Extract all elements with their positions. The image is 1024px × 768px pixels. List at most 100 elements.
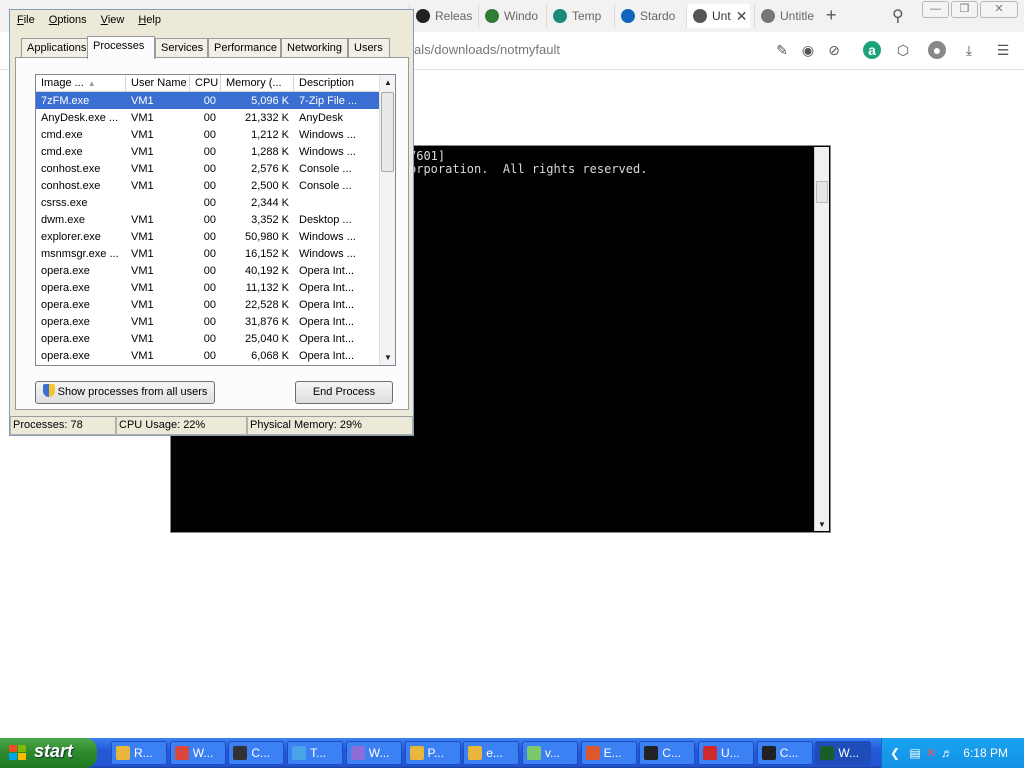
- taskbar-item[interactable]: e...: [463, 741, 520, 765]
- process-image: cmd.exe: [41, 128, 83, 141]
- column-description[interactable]: Description: [294, 75, 381, 92]
- start-button[interactable]: start: [0, 738, 97, 768]
- app-icon: [292, 746, 307, 760]
- taskbar-item-label: E...: [603, 746, 622, 760]
- browser-tab[interactable]: Unt ✕: [686, 4, 750, 28]
- browser-tab[interactable]: Releas: [409, 4, 475, 28]
- process-row[interactable]: cmd.exe VM1 00 1,288 K Windows ...: [36, 143, 381, 160]
- new-tab-icon[interactable]: +: [826, 5, 837, 26]
- taskbar-item[interactable]: E...: [580, 741, 637, 765]
- profile-icon[interactable]: ●: [928, 41, 946, 59]
- tab-applications[interactable]: Applications: [21, 38, 88, 58]
- browser-tab[interactable]: Untitle: [754, 4, 814, 28]
- download-icon[interactable]: ⤓: [960, 41, 978, 59]
- taskbar-item[interactable]: P...: [404, 741, 461, 765]
- process-row[interactable]: conhost.exe VM1 00 2,576 K Console ...: [36, 160, 381, 177]
- tab-users[interactable]: Users: [348, 38, 390, 58]
- close-icon[interactable]: ✕: [980, 1, 1018, 18]
- search-icon[interactable]: ⚲: [892, 6, 904, 26]
- menu-help[interactable]: Help: [131, 12, 168, 30]
- column-user-name[interactable]: User Name: [126, 75, 190, 92]
- process-row[interactable]: explorer.exe VM1 00 50,980 K Windows ...: [36, 228, 381, 245]
- process-row[interactable]: csrss.exe 00 2,344 K: [36, 194, 381, 211]
- browser-tab[interactable]: Windo: [478, 4, 542, 28]
- menu-options[interactable]: Options: [42, 12, 94, 30]
- taskbar-item[interactable]: C...: [639, 741, 696, 765]
- camera-icon[interactable]: ◉: [799, 41, 817, 59]
- process-row[interactable]: msnmsgr.exe ... VM1 00 16,152 K Windows ...: [36, 245, 381, 262]
- a-icon[interactable]: a: [863, 41, 881, 59]
- end-process-button[interactable]: End Process: [295, 381, 393, 404]
- show-all-processes-button[interactable]: Show processes from all users: [35, 381, 215, 404]
- process-desc: Opera Int...: [299, 281, 355, 294]
- console-scroll-thumb[interactable]: [816, 181, 828, 203]
- close-tab-icon[interactable]: ✕: [736, 8, 748, 25]
- taskbar-item[interactable]: W...: [169, 741, 226, 765]
- column-image-name[interactable]: Image ... ▲: [36, 75, 126, 92]
- box-icon[interactable]: ⬡: [894, 41, 912, 59]
- column-cpu[interactable]: CPU: [190, 75, 221, 92]
- browser-tab-label: Untitle: [780, 9, 814, 23]
- taskbar-item[interactable]: U...: [698, 741, 754, 765]
- menu-file[interactable]: File: [10, 12, 42, 30]
- scroll-up-icon[interactable]: ▲: [384, 78, 392, 87]
- process-row[interactable]: opera.exe VM1 00 11,132 K Opera Int...: [36, 279, 381, 296]
- taskbar-item-label: e...: [486, 746, 503, 760]
- column-memory[interactable]: Memory (...: [221, 75, 294, 92]
- tab-performance[interactable]: Performance: [208, 38, 281, 58]
- clock[interactable]: 6:18 PM: [963, 746, 1008, 760]
- process-cpu: 00: [203, 111, 216, 124]
- taskbar-item[interactable]: W...: [815, 741, 872, 765]
- volume-muted-icon[interactable]: ✕: [924, 746, 938, 760]
- speaker-icon[interactable]: ♬: [940, 746, 954, 760]
- process-row[interactable]: AnyDesk.exe ... VM1 00 21,332 K AnyDesk: [36, 109, 381, 126]
- app-icon: [644, 746, 659, 760]
- settings-icon[interactable]: ☰: [994, 41, 1012, 59]
- sort-ascending-icon: ▲: [87, 79, 96, 88]
- taskbar-item[interactable]: C...: [228, 741, 285, 765]
- process-row[interactable]: dwm.exe VM1 00 3,352 K Desktop ...: [36, 211, 381, 228]
- browser-tab[interactable]: Stardo: [614, 4, 682, 28]
- app-icon: [409, 746, 424, 760]
- url-text[interactable]: als/downloads/notmyfault: [414, 42, 560, 57]
- taskbar-item[interactable]: v...: [521, 741, 578, 765]
- tray-expand-icon[interactable]: ❮: [888, 746, 902, 760]
- edit-icon[interactable]: ✎: [773, 41, 791, 59]
- taskbar-item[interactable]: T...: [287, 741, 344, 765]
- scroll-down-icon[interactable]: ▼: [384, 353, 392, 362]
- browser-tab[interactable]: Temp: [546, 4, 610, 28]
- tab-favicon-icon: [621, 9, 635, 23]
- network-icon[interactable]: ▤: [908, 746, 922, 760]
- process-mem: 5,096 K: [251, 94, 289, 107]
- taskbar-item[interactable]: R...: [111, 741, 167, 765]
- minimize-icon[interactable]: —: [922, 1, 949, 18]
- process-row[interactable]: opera.exe VM1 00 25,040 K Opera Int...: [36, 330, 381, 347]
- process-image: explorer.exe: [41, 230, 101, 243]
- restore-icon[interactable]: ❐: [951, 1, 978, 18]
- tab-processes[interactable]: Processes: [87, 36, 155, 59]
- process-row[interactable]: opera.exe VM1 00 6,068 K Opera Int...: [36, 347, 381, 364]
- taskbar-item[interactable]: W...: [345, 741, 402, 765]
- tab-networking[interactable]: Networking: [281, 38, 348, 58]
- process-row[interactable]: conhost.exe VM1 00 2,500 K Console ...: [36, 177, 381, 194]
- scroll-down-icon[interactable]: ▼: [818, 520, 826, 529]
- taskbar-item[interactable]: C...: [756, 741, 813, 765]
- menu-view[interactable]: View: [94, 12, 132, 30]
- console-scrollbar[interactable]: ▼: [814, 147, 829, 531]
- scroll-thumb[interactable]: [381, 92, 394, 172]
- process-row[interactable]: cmd.exe VM1 00 1,212 K Windows ...: [36, 126, 381, 143]
- block-icon[interactable]: ⊘: [825, 41, 843, 59]
- process-row[interactable]: opera.exe VM1 00 22,528 K Opera Int...: [36, 296, 381, 313]
- process-row[interactable]: opera.exe VM1 00 40,192 K Opera Int...: [36, 262, 381, 279]
- tab-services[interactable]: Services: [155, 38, 208, 58]
- tab-favicon-icon: [761, 9, 775, 23]
- process-list-scrollbar[interactable]: ▲ ▼: [379, 75, 395, 365]
- process-list[interactable]: Image ... ▲ User Name CPU Memory (... Des…: [35, 74, 396, 366]
- process-row[interactable]: opera.exe VM1 00 31,876 K Opera Int...: [36, 313, 381, 330]
- process-row[interactable]: 7zFM.exe VM1 00 5,096 K 7-Zip File ...: [36, 92, 381, 109]
- process-mem: 25,040 K: [244, 332, 289, 345]
- process-image: dwm.exe: [41, 213, 86, 226]
- browser-tab-label: Windo: [504, 9, 539, 23]
- process-mem: 50,980 K: [244, 230, 289, 243]
- app-icon: [585, 746, 600, 760]
